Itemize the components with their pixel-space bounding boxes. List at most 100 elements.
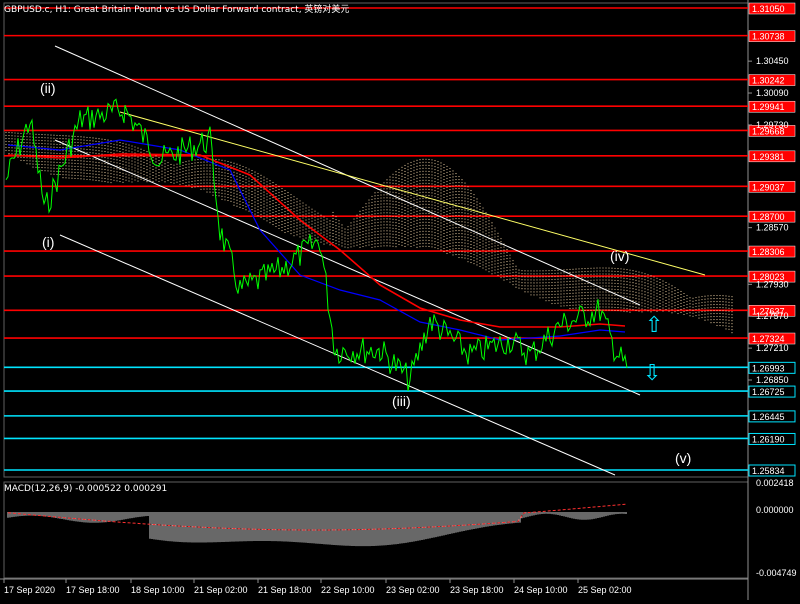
cloud-dot [476,237,478,239]
cloud-dot [428,185,430,187]
cloud-dot [353,230,355,232]
cloud-dot [512,281,514,283]
cloud-dot [302,214,304,216]
cloud-dot [713,304,715,306]
cloud-dot [722,301,724,303]
cloud-dot [524,276,526,278]
cloud-dot [401,205,403,207]
cloud-dot [293,202,295,204]
cloud-dot [431,231,433,233]
cloud-dot [50,140,52,142]
cloud-dot [467,222,469,224]
cloud-dot [641,278,643,280]
cloud-dot [398,210,400,212]
cloud-dot [656,304,658,306]
cloud-dot [491,234,493,236]
cloud-dot [440,234,442,236]
cloud-dot [452,173,454,175]
cloud-dot [203,176,205,178]
cloud-dot [125,167,127,169]
chart-canvas[interactable]: 1.310501.307381.302421.299411.296681.293… [0,0,800,600]
cloud-dot [614,306,616,308]
cloud-dot [257,209,259,211]
cloud-dot [527,279,529,281]
cloud-dot [473,200,475,202]
cloud-dot [458,211,460,214]
cloud-dot [332,235,334,238]
cloud-dot [485,245,487,247]
cloud-dot [212,185,214,187]
cloud-dot [452,191,454,193]
cloud-dot [413,184,415,186]
cloud-dot [605,279,607,281]
cloud-dot [185,179,187,181]
cloud-dot [404,212,406,214]
cloud-dot [566,299,568,301]
cloud-dot [692,303,694,305]
cloud-dot [656,277,658,279]
cloud-dot [278,194,280,197]
cloud-dot [563,284,565,286]
cloud-dot [188,160,190,162]
cloud-dot [488,241,490,243]
cloud-dot [236,205,238,207]
cloud-dot [14,138,16,140]
cloud-dot [719,319,721,321]
cloud-dot [392,206,394,208]
cloud-dot [422,233,424,235]
cloud-dot [599,267,601,269]
cloud-dot [425,206,427,208]
cloud-dot [362,224,364,227]
cloud-dot [218,186,220,188]
cloud-dot [587,306,589,308]
cloud-dot [380,233,382,235]
cloud-dot [17,153,19,155]
cloud-dot [623,277,625,279]
cloud-dot [392,218,394,220]
cloud-dot [449,248,451,251]
cloud-dot [731,326,733,328]
cloud-dot [614,309,616,311]
cloud-dot [425,176,427,178]
cloud-dot [428,164,430,166]
cloud-dot [287,225,289,227]
cloud-dot [500,253,502,255]
cloud-dot [257,215,259,217]
cloud-dot [431,240,433,242]
cloud-dot [167,165,169,167]
cloud-dot [296,204,298,206]
cloud-dot [329,226,331,228]
cloud-dot [368,232,370,234]
cloud-dot [674,296,676,298]
cloud-dot [71,171,73,173]
cloud-dot [464,215,466,217]
cloud-dot [443,185,445,187]
cloud-dot [404,239,406,241]
cloud-dot [371,225,373,227]
cloud-dot [338,223,340,225]
cloud-dot [446,234,448,236]
cloud-dot [536,285,538,287]
cloud-dot [98,141,100,143]
cloud-dot [731,332,733,334]
cloud-dot [425,215,427,217]
cloud-dot [401,208,403,210]
cloud-dot [95,167,97,169]
cloud-dot [395,234,397,236]
cloud-dot [650,275,652,277]
cloud-dot [725,310,727,312]
cloud-dot [461,233,463,235]
cloud-dot [461,191,463,193]
cloud-dot [398,240,400,242]
cloud-dot [668,310,670,312]
cloud-dot [374,213,376,215]
cloud-dot [380,197,382,199]
cloud-dot [398,216,400,218]
cloud-dot [416,198,418,200]
chart-window[interactable]: 1.31050 1.30738 1.30242 1.29941 1.29668 1.293… [0,0,800,600]
cloud-dot [437,224,439,226]
cloud-dot [116,162,118,164]
cloud-dot [482,231,484,233]
cloud-dot [338,232,340,234]
cloud-dot [596,279,598,281]
